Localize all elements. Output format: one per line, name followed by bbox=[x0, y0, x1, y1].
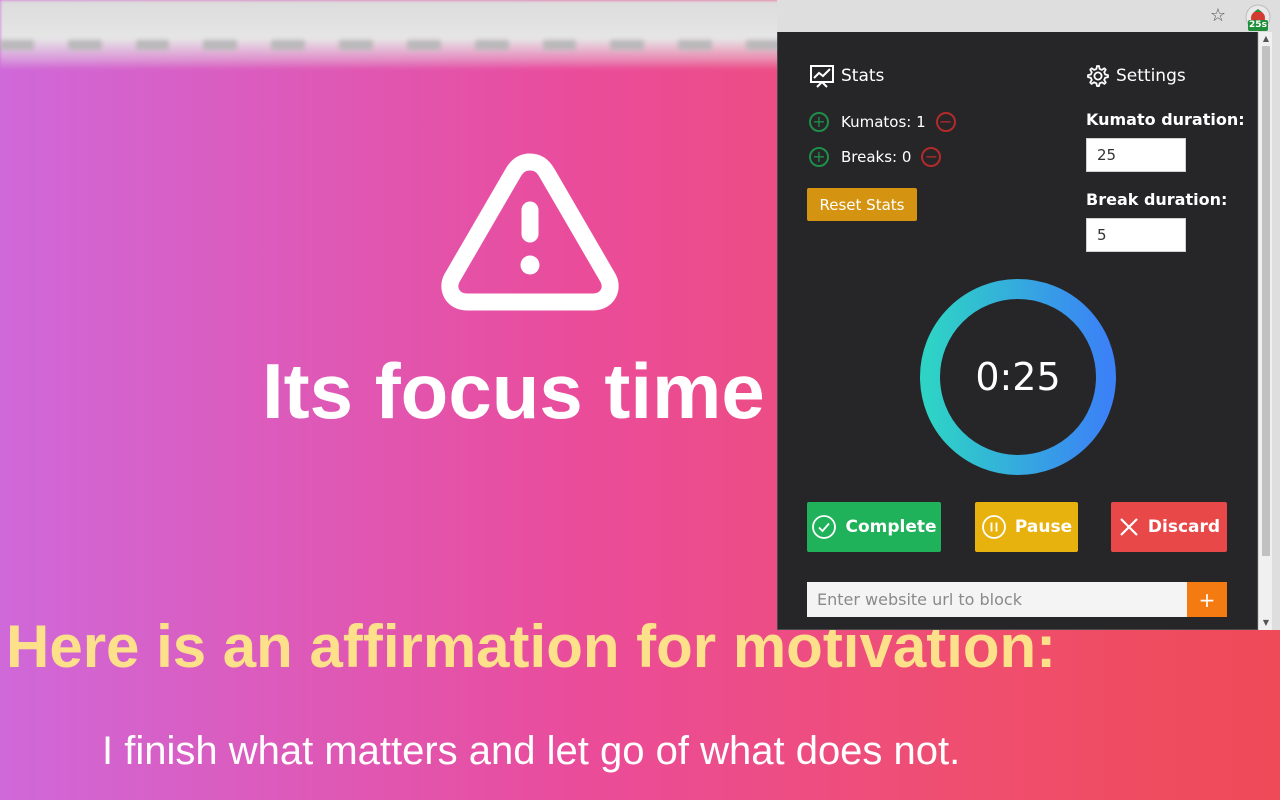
scrollbar-thumb[interactable] bbox=[1262, 46, 1270, 556]
extension-popup: Stats Settings + Kumatos: 1 − + Breaks: … bbox=[777, 32, 1258, 630]
breaks-count: Breaks: 0 bbox=[841, 148, 912, 166]
stats-heading-label: Stats bbox=[841, 66, 885, 86]
extension-badge: 25s bbox=[1248, 20, 1268, 31]
presentation-chart-icon bbox=[810, 65, 834, 88]
warning-icon bbox=[441, 153, 619, 311]
kumatos-count: Kumatos: 1 bbox=[841, 113, 926, 131]
blurred-bookmarks bbox=[0, 40, 780, 56]
gear-icon bbox=[1087, 65, 1109, 87]
kumato-duration-label: Kumato duration: bbox=[1086, 110, 1245, 129]
increment-kumatos-button[interactable]: + bbox=[809, 112, 829, 132]
timer-display: 0:25 bbox=[975, 355, 1061, 399]
close-icon bbox=[1120, 518, 1138, 536]
block-url-input[interactable]: Enter website url to block bbox=[807, 582, 1187, 617]
add-block-button[interactable]: + bbox=[1187, 582, 1227, 617]
scroll-up-arrow-icon[interactable]: ▲ bbox=[1259, 32, 1273, 46]
bookmark-star-icon[interactable]: ☆ bbox=[1208, 6, 1228, 26]
popup-scrollbar[interactable]: ▲ ▼ bbox=[1258, 32, 1273, 630]
kumato-duration-input[interactable]: 25 bbox=[1086, 138, 1186, 172]
breaks-stat-row: + Breaks: 0 − bbox=[809, 145, 942, 169]
pause-circle-icon bbox=[981, 515, 1006, 539]
page-scroll-edge bbox=[1272, 32, 1280, 630]
check-circle-icon bbox=[812, 515, 837, 539]
increment-breaks-button[interactable]: + bbox=[809, 147, 829, 167]
stats-heading: Stats bbox=[809, 64, 884, 88]
scroll-down-arrow-icon[interactable]: ▼ bbox=[1259, 616, 1273, 630]
settings-heading: Settings bbox=[1086, 64, 1186, 88]
block-website-row: Enter website url to block + bbox=[807, 582, 1227, 617]
pause-button[interactable]: Pause bbox=[975, 502, 1078, 552]
complete-button-label: Complete bbox=[845, 517, 937, 537]
break-duration-label: Break duration: bbox=[1086, 190, 1228, 209]
reset-stats-button[interactable]: Reset Stats bbox=[807, 188, 917, 221]
discard-button-label: Discard bbox=[1147, 517, 1221, 537]
break-duration-input[interactable]: 5 bbox=[1086, 218, 1186, 252]
kumatos-stat-row: + Kumatos: 1 − bbox=[809, 110, 956, 134]
affirmation-text: I finish what matters and let go of what… bbox=[102, 729, 961, 773]
discard-button[interactable]: Discard bbox=[1111, 502, 1227, 552]
complete-button[interactable]: Complete bbox=[807, 502, 941, 552]
settings-heading-label: Settings bbox=[1116, 66, 1186, 86]
browser-toolbar bbox=[777, 0, 1280, 33]
pause-button-label: Pause bbox=[1014, 517, 1073, 537]
focus-title: Its focus time bbox=[262, 347, 765, 435]
decrement-breaks-button[interactable]: − bbox=[921, 147, 942, 167]
decrement-kumatos-button[interactable]: − bbox=[935, 112, 956, 132]
